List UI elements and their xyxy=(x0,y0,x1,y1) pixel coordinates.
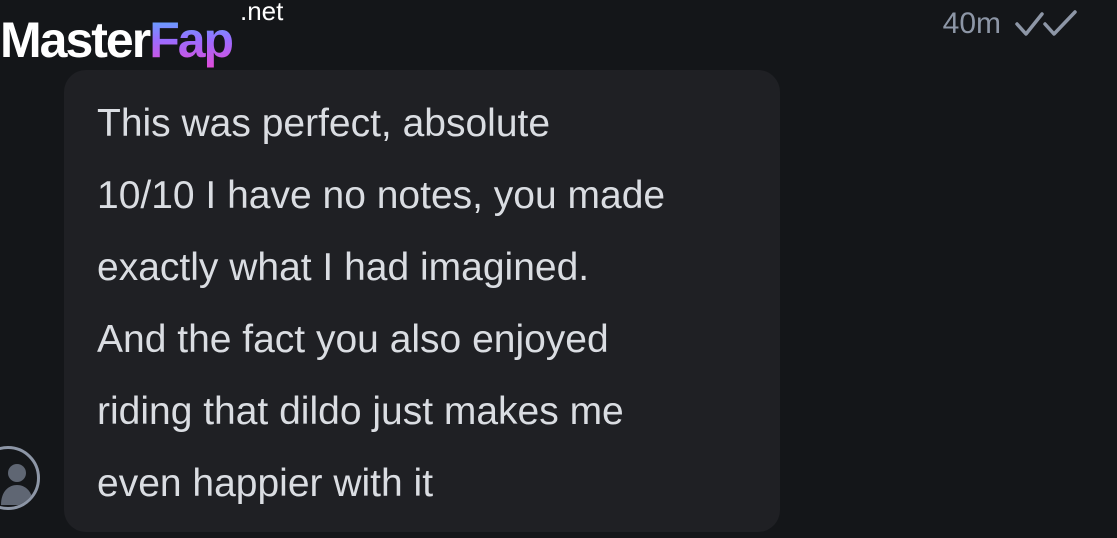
watermark-suffix: .net xyxy=(240,0,284,26)
watermark-logo: MasterFap .net xyxy=(0,0,310,80)
watermark-part-2: Fap xyxy=(149,12,234,68)
message-timestamp: 40m xyxy=(942,7,1001,40)
message-text: This was perfect, absolute 10/10 I have … xyxy=(97,102,666,505)
message-meta: 40m xyxy=(943,4,1081,44)
sender-avatar[interactable] xyxy=(0,446,40,510)
message-bubble[interactable]: This was perfect, absolute 10/10 I have … xyxy=(64,70,780,532)
watermark-part-1: Master xyxy=(0,12,151,68)
double-check-icon xyxy=(1015,10,1077,36)
watermark-wordmark: MasterFap xyxy=(0,10,234,70)
person-icon xyxy=(1,464,33,505)
